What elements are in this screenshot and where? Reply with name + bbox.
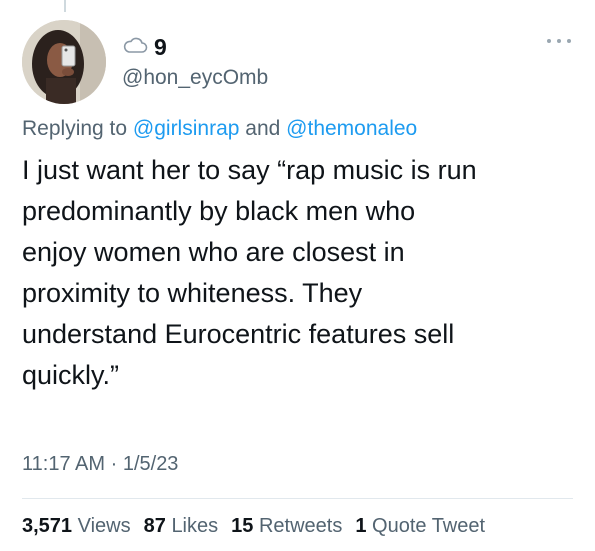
display-name-row[interactable]: 9 bbox=[122, 34, 268, 60]
mention-link-girlsinrap[interactable]: @girlsinrap bbox=[133, 117, 240, 140]
name-block: 9 @hon_eycOmb bbox=[122, 34, 268, 90]
tweet-header: 9 @hon_eycOmb bbox=[22, 20, 575, 104]
tweet-timestamp[interactable]: 11:17 AM · 1/5/23 bbox=[22, 452, 178, 476]
display-name: 9 bbox=[154, 34, 167, 60]
quotes-label: Quote Tweet bbox=[372, 515, 486, 537]
likes-label: Likes bbox=[171, 515, 219, 537]
quote-tweets-stat[interactable]: 1 Quote Tweet bbox=[355, 514, 485, 538]
replying-to-label: Replying to bbox=[22, 117, 128, 140]
avatar[interactable] bbox=[22, 20, 106, 104]
tweet-text: I just want her to say “rap music is run… bbox=[22, 155, 477, 390]
thread-connector-line bbox=[64, 0, 66, 12]
retweets-stat[interactable]: 15 Retweets bbox=[231, 514, 342, 538]
engagement-stats: 3,571 Views 87 Likes 15 Retweets 1 Quote… bbox=[22, 514, 485, 538]
views-stat[interactable]: 3,571 Views bbox=[22, 514, 131, 538]
retweets-count: 15 bbox=[231, 515, 254, 537]
retweets-label: Retweets bbox=[258, 515, 343, 537]
tweet-date: 1/5/23 bbox=[122, 453, 179, 475]
views-count: 3,571 bbox=[22, 515, 73, 537]
timestamp-separator: · bbox=[110, 453, 118, 475]
more-options-icon[interactable] bbox=[547, 36, 571, 46]
cloud-icon bbox=[122, 35, 148, 60]
user-handle[interactable]: @hon_eycOmb bbox=[122, 66, 268, 90]
replying-to-line: Replying to @girlsinrap and @themonaleo bbox=[22, 116, 417, 142]
tweet-time: 11:17 AM bbox=[22, 453, 106, 475]
likes-stat[interactable]: 87 Likes bbox=[144, 514, 219, 538]
mention-link-themonaleo[interactable]: @themonaleo bbox=[286, 117, 417, 140]
replying-conjunction: and bbox=[245, 117, 281, 140]
quotes-count: 1 bbox=[355, 515, 367, 537]
divider bbox=[22, 498, 573, 499]
likes-count: 87 bbox=[143, 515, 166, 537]
views-label: Views bbox=[77, 515, 131, 537]
